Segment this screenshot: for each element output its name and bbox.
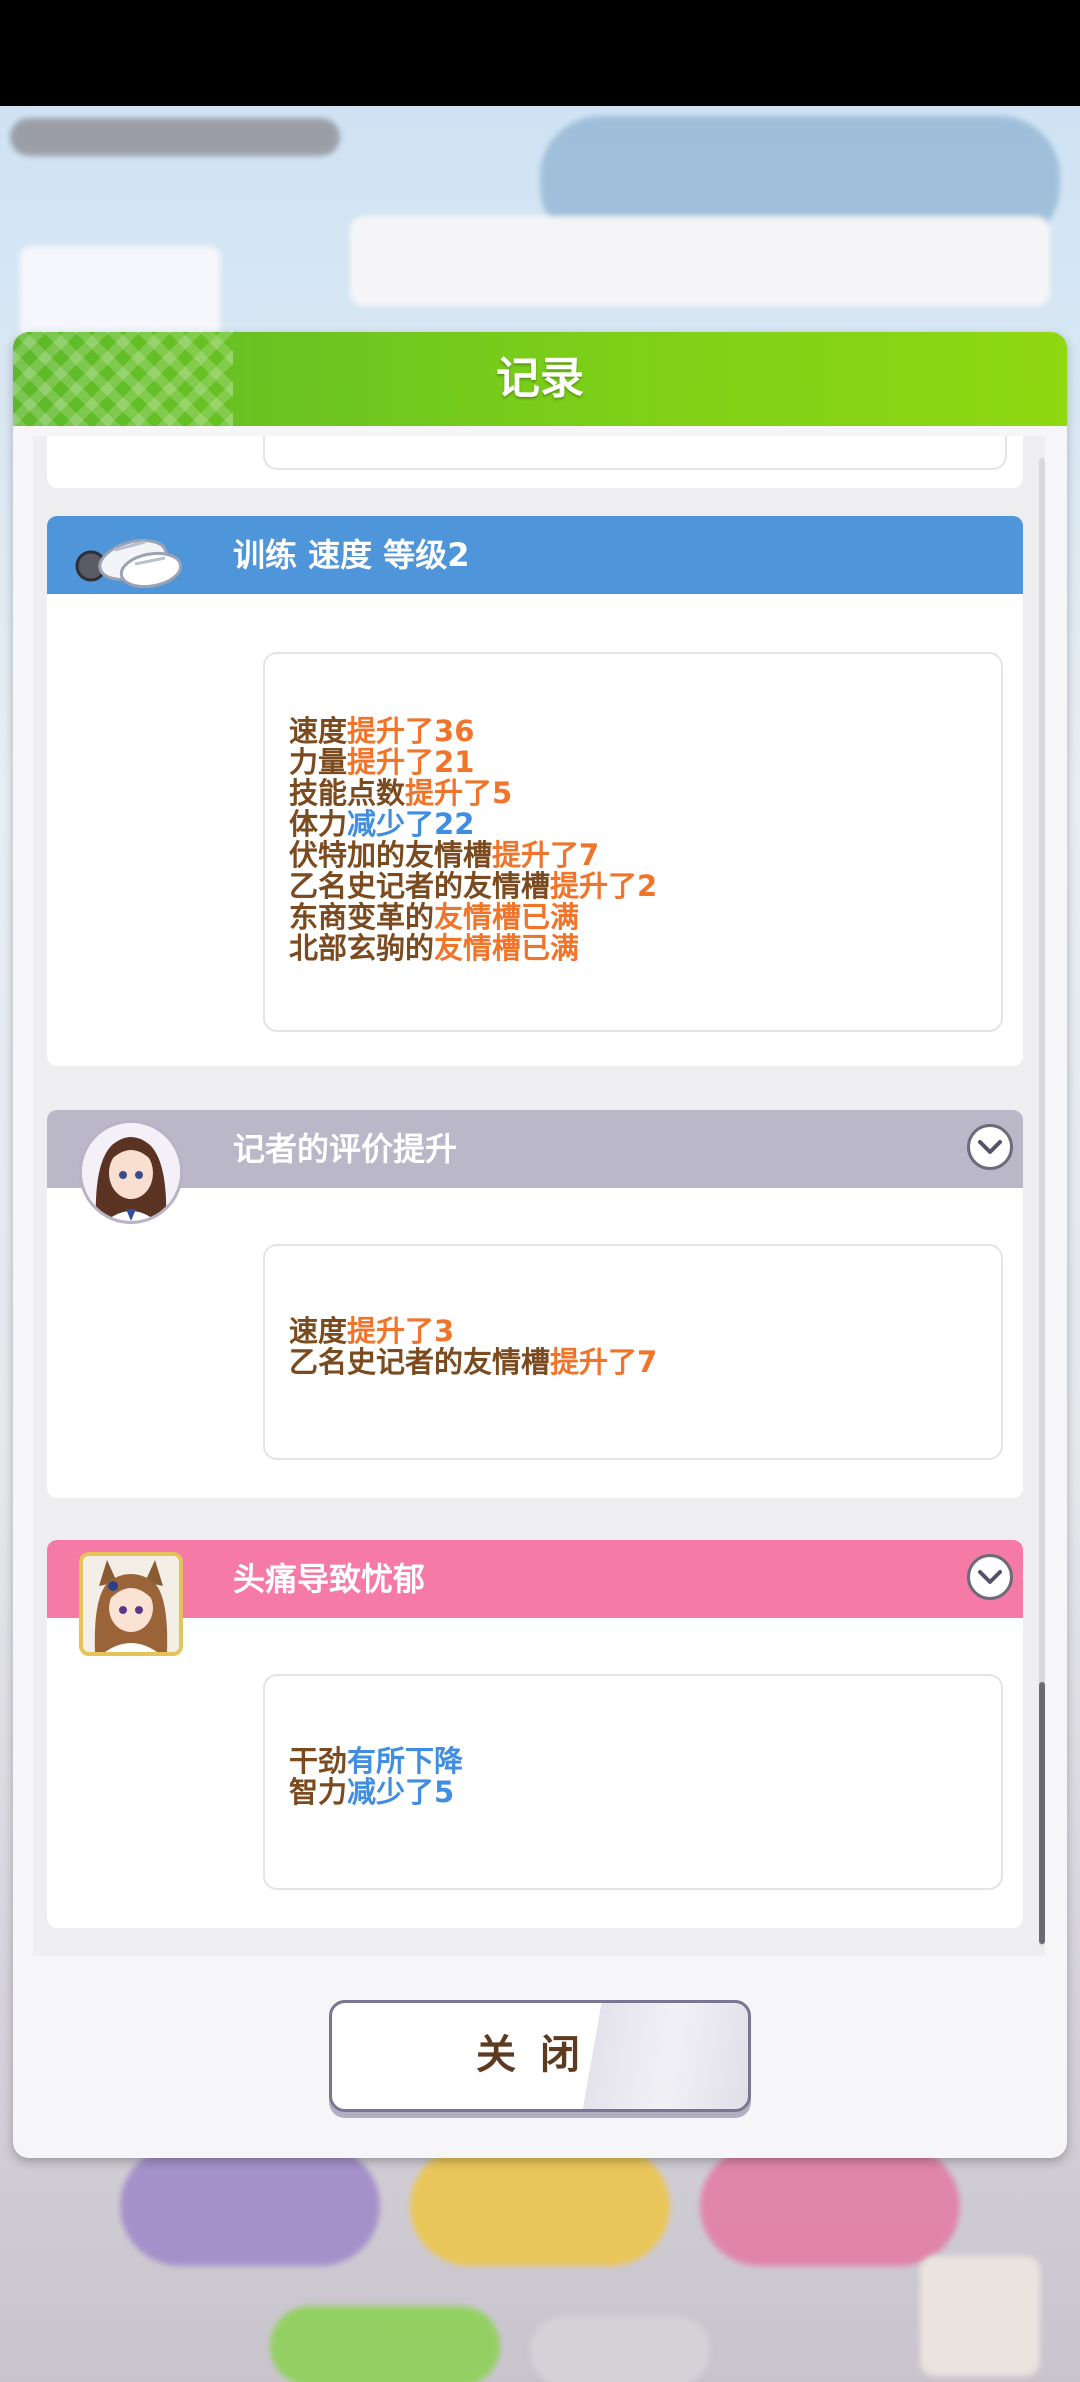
record-dialog: 记录 训练 速度 等级2 速度提升了36 力量提升了21 技能点数提升了5 体力…: [13, 332, 1067, 2158]
stat-decrease: 减少了22: [347, 807, 475, 841]
background-menu-icon: [920, 2256, 1040, 2376]
detail-line: 力量提升了21: [289, 747, 657, 778]
chevron-down-icon[interactable]: [967, 1124, 1013, 1170]
detail-line: 北部玄驹的友情槽已满: [289, 933, 657, 964]
background-button: [530, 2316, 710, 2382]
stat-decrease: 有所下降: [347, 1744, 464, 1778]
reporter-avatar: [79, 1120, 183, 1224]
stat-increase: 友情槽已满: [434, 900, 580, 934]
entry-header: 头痛导致忧郁: [47, 1540, 1023, 1618]
stat-increase: 提升了7: [550, 1345, 658, 1379]
detail-line: 体力减少了22: [289, 809, 657, 840]
detail-line: 乙名史记者的友情槽提升了7: [289, 1347, 657, 1378]
detail-box: 速度提升了36 力量提升了21 技能点数提升了5 体力减少了22 伏特加的友情槽提升了7…: [263, 652, 1003, 1032]
dialog-title: 记录: [496, 353, 584, 404]
training-shoes-icon: [75, 520, 185, 596]
detail-box: 干劲有所下降 智力减少了5: [263, 1674, 1003, 1890]
detail-line: 速度提升了36: [289, 716, 657, 747]
detail-line: 伏特加的友情槽提升了7: [289, 840, 657, 871]
entry-header: 训练 速度 等级2: [47, 516, 1023, 594]
record-card-reporter: 记者的评价提升 速度提升了3 乙名史记者的友情槽提升了7: [47, 1110, 1023, 1498]
close-button-label: 关闭: [476, 2032, 604, 2078]
stat-decrease: 减少了5: [347, 1775, 455, 1809]
detail-line: 东商变革的友情槽已满: [289, 902, 657, 933]
horse-girl-avatar: [79, 1552, 183, 1656]
record-card-partial: [47, 436, 1023, 488]
background-button: [270, 2306, 500, 2382]
stat-label: 技能点数: [289, 776, 406, 810]
background-goal-panel: [350, 216, 1050, 306]
scrollbar-thumb[interactable]: [1039, 1682, 1045, 1944]
stat-increase: 提升了3: [347, 1314, 455, 1348]
stat-label: 智力: [289, 1775, 348, 1809]
entry-title: 训练 速度 等级2: [233, 536, 470, 574]
record-card-training: 训练 速度 等级2 速度提升了36 力量提升了21 技能点数提升了5 体力减少了22 伏…: [47, 516, 1023, 1066]
entry-title: 记者的评价提升: [233, 1130, 458, 1168]
stat-label: 乙名史记者的友情槽: [289, 869, 551, 903]
dialog-header: 记录: [13, 332, 1067, 426]
chevron-down-icon[interactable]: [967, 1554, 1013, 1600]
detail-line: 智力减少了5: [289, 1777, 463, 1808]
background-button: [120, 2146, 380, 2266]
background-turn-label: [10, 118, 340, 156]
detail-line: 技能点数提升了5: [289, 778, 657, 809]
record-list[interactable]: 训练 速度 等级2 速度提升了36 力量提升了21 技能点数提升了5 体力减少了22 伏…: [33, 436, 1045, 1956]
stat-increase: 提升了7: [492, 838, 600, 872]
stat-increase: 提升了5: [405, 776, 513, 810]
background-button: [700, 2146, 960, 2266]
detail-line: 干劲有所下降: [289, 1746, 463, 1777]
stat-label: 乙名史记者的友情槽: [289, 1345, 551, 1379]
detail-lines: 干劲有所下降 智力减少了5: [289, 1746, 463, 1808]
close-button[interactable]: 关闭: [329, 2000, 751, 2112]
entry-header: 记者的评价提升: [47, 1110, 1023, 1188]
stat-label: 体力: [289, 807, 348, 841]
detail-lines: 速度提升了36 力量提升了21 技能点数提升了5 体力减少了22 伏特加的友情槽提升了7…: [289, 716, 657, 964]
stat-label: 东商变革的: [289, 900, 435, 934]
background-button: [410, 2146, 670, 2266]
detail-box: 速度提升了3 乙名史记者的友情槽提升了7: [263, 1244, 1003, 1460]
stat-label: 伏特加的友情槽: [289, 838, 493, 872]
entry-title: 头痛导致忧郁: [233, 1560, 426, 1598]
stat-increase: 提升了21: [347, 745, 475, 779]
stat-label: 干劲: [289, 1744, 348, 1778]
detail-box-partial: [263, 436, 1007, 470]
detail-line: 乙名史记者的友情槽提升了2: [289, 871, 657, 902]
stat-increase: 友情槽已满: [434, 931, 580, 965]
stat-label: 速度: [289, 1314, 348, 1348]
stat-increase: 提升了2: [550, 869, 658, 903]
stat-label: 速度: [289, 714, 348, 748]
detail-line: 速度提升了3: [289, 1316, 657, 1347]
stat-label: 北部玄驹的: [289, 931, 435, 965]
record-card-headache: 头痛导致忧郁 干劲有所下降 智力减少了5: [47, 1540, 1023, 1928]
stat-increase: 提升了36: [347, 714, 475, 748]
status-bar: [0, 0, 1080, 106]
detail-lines: 速度提升了3 乙名史记者的友情槽提升了7: [289, 1316, 657, 1378]
stat-label: 力量: [289, 745, 348, 779]
